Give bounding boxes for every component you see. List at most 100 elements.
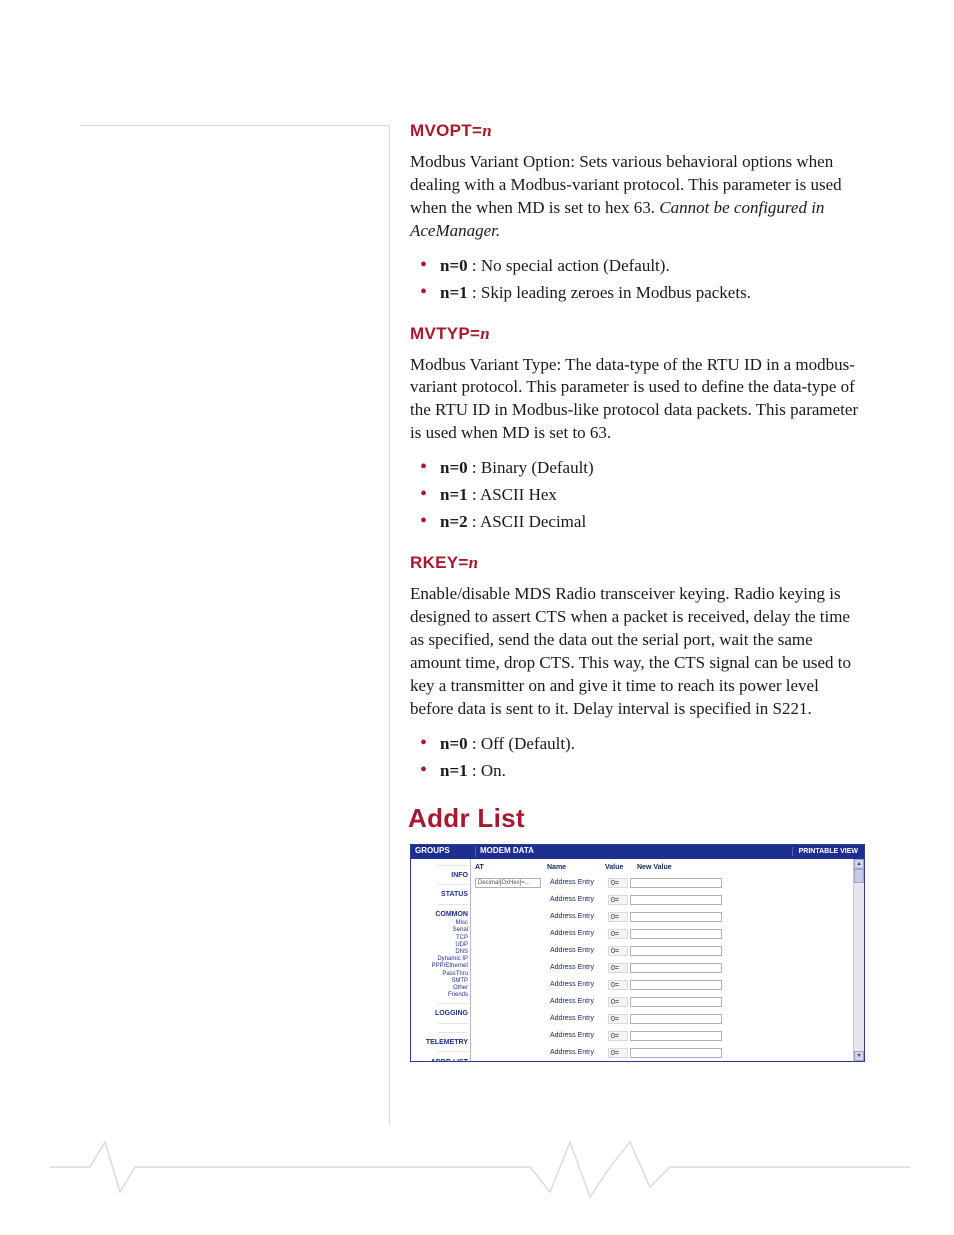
table-row: Address Entry0= xyxy=(471,960,864,977)
list-item: n=0 : Binary (Default) xyxy=(440,455,865,482)
rkey-var: n xyxy=(469,553,479,572)
scroll-thumb[interactable] xyxy=(854,869,864,883)
opt-key: n=1 xyxy=(440,485,468,504)
row-name: Address Entry xyxy=(547,878,608,887)
new-value-input[interactable] xyxy=(630,878,722,888)
opt-key: n=0 xyxy=(440,256,468,275)
separator: --------------- xyxy=(411,1029,468,1037)
scroll-down-icon[interactable]: ▾ xyxy=(854,1051,864,1061)
sidebar-item-status[interactable]: STATUS xyxy=(411,890,468,899)
opt-key: n=1 xyxy=(440,761,468,780)
new-value-input[interactable] xyxy=(630,997,722,1007)
table-row: Address Entry0= xyxy=(471,909,864,926)
separator: --------------- xyxy=(411,901,468,909)
opt-key: n=2 xyxy=(440,512,468,531)
rkey-cmd: RKEY= xyxy=(410,553,469,572)
separator: --------------- xyxy=(411,862,468,870)
new-value-input[interactable] xyxy=(630,980,722,990)
sidebar-item-common[interactable]: COMMON xyxy=(411,910,468,919)
new-value-input[interactable] xyxy=(630,1014,722,1024)
opt-val: : No special action (Default). xyxy=(468,256,670,275)
new-value-input[interactable] xyxy=(630,929,722,939)
sidebar-subitem[interactable]: PPP/Ethernet xyxy=(411,963,468,970)
mvtyp-var: n xyxy=(480,324,490,343)
table-rows: Decimal[OxHex]=…Address Entry0=Address E… xyxy=(471,875,864,1062)
mvtyp-desc: Modbus Variant Type: The data-type of th… xyxy=(410,354,865,446)
table-row: Address Entry0= xyxy=(471,1011,864,1028)
opt-val: : Skip leading zeroes in Modbus packets. xyxy=(468,283,751,302)
row-name: Address Entry xyxy=(547,980,608,989)
acemanager-screenshot: GROUPS MODEM DATA PRINTABLE VIEW -------… xyxy=(410,844,865,1062)
row-name: Address Entry xyxy=(547,1048,608,1057)
sidebar-subitem[interactable]: Dynamic IP xyxy=(411,956,468,963)
content-column: MVOPT=n Modbus Variant Option: Sets vari… xyxy=(390,120,865,1175)
list-item: n=1 : On. xyxy=(440,758,865,785)
scrollbar[interactable]: ▴ ▾ xyxy=(853,859,864,1061)
row-value: 0= xyxy=(608,980,628,990)
table-row: Address Entry0= xyxy=(471,892,864,909)
sidebar-item-logging[interactable]: LOGGING xyxy=(411,1009,468,1018)
sidebar-subitem[interactable]: TCP xyxy=(411,935,468,942)
sidebar-subitem[interactable]: UDP xyxy=(411,942,468,949)
mvopt-cmd: MVOPT= xyxy=(410,121,482,140)
rkey-desc: Enable/disable MDS Radio transceiver key… xyxy=(410,583,865,721)
topbar-modemdata: MODEM DATA xyxy=(475,846,792,857)
margin-side-rule xyxy=(389,125,390,1125)
new-value-input[interactable] xyxy=(630,946,722,956)
left-margin xyxy=(80,120,390,1175)
table-row: Address Entry0= xyxy=(471,943,864,960)
row-value: 0= xyxy=(608,997,628,1007)
row-value: 0= xyxy=(608,963,628,973)
topbar-groups: GROUPS xyxy=(411,846,475,857)
new-value-input[interactable] xyxy=(630,963,722,973)
sidebar-subitem[interactable]: SMTP xyxy=(411,978,468,985)
sidebar-subitem[interactable]: DNS xyxy=(411,949,468,956)
row-name: Address Entry xyxy=(547,929,608,938)
rkey-opts: n=0 : Off (Default). n=1 : On. xyxy=(410,731,865,785)
list-item: n=0 : No special action (Default). xyxy=(440,253,865,280)
sidebar-subitem[interactable]: Friends xyxy=(411,992,468,999)
sidebar-item-telemetry[interactable]: TELEMETRY xyxy=(411,1038,468,1047)
printable-view-link[interactable]: PRINTABLE VIEW xyxy=(792,847,864,856)
separator: --------------- xyxy=(411,1048,468,1056)
row-name: Address Entry xyxy=(547,963,608,972)
sidebar-subitem[interactable]: Serial xyxy=(411,927,468,934)
separator: --------------- xyxy=(411,1020,468,1028)
addr-list-heading: Addr List xyxy=(408,801,865,836)
table-row: Address Entry0= xyxy=(471,1045,864,1062)
table-row: Decimal[OxHex]=… Address Entry0= xyxy=(471,875,864,892)
table-row: Address Entry0= xyxy=(471,994,864,1011)
row-name: Address Entry xyxy=(547,895,608,904)
separator: --------------- xyxy=(411,881,468,889)
shot-topbar: GROUPS MODEM DATA PRINTABLE VIEW xyxy=(411,845,864,859)
page: MVOPT=n Modbus Variant Option: Sets vari… xyxy=(0,0,954,1235)
sidebar-item-addrlist[interactable]: ADDR LIST xyxy=(411,1058,468,1062)
new-value-input[interactable] xyxy=(630,895,722,905)
list-item: n=0 : Off (Default). xyxy=(440,731,865,758)
row-name: Address Entry xyxy=(547,997,608,1006)
list-item: n=1 : ASCII Hex xyxy=(440,482,865,509)
row-name: Address Entry xyxy=(547,946,608,955)
new-value-input[interactable] xyxy=(630,912,722,922)
opt-key: n=0 xyxy=(440,734,468,753)
opt-val: : ASCII Decimal xyxy=(468,512,587,531)
sidebar-item-info[interactable]: INFO xyxy=(411,871,468,880)
list-item: n=2 : ASCII Decimal xyxy=(440,509,865,536)
scroll-up-icon[interactable]: ▴ xyxy=(854,859,864,869)
row-value: 0= xyxy=(608,895,628,905)
rkey-heading: RKEY=n xyxy=(410,552,865,575)
row-value: 0= xyxy=(608,878,628,888)
sidebar-subitem[interactable]: Misc xyxy=(411,920,468,927)
row-value: 0= xyxy=(608,1048,628,1058)
at-input[interactable]: Decimal[OxHex]=… xyxy=(475,878,541,888)
sidebar-subitem[interactable]: PassThru xyxy=(411,971,468,978)
table-row: Address Entry0= xyxy=(471,926,864,943)
new-value-input[interactable] xyxy=(630,1048,722,1058)
mvtyp-cmd: MVTYP= xyxy=(410,324,480,343)
opt-key: n=0 xyxy=(440,458,468,477)
opt-val: : Off (Default). xyxy=(468,734,575,753)
row-name: Address Entry xyxy=(547,1014,608,1023)
new-value-input[interactable] xyxy=(630,1031,722,1041)
shot-body: --------------- INFO --------------- STA… xyxy=(411,859,864,1061)
sidebar-subitem[interactable]: Other xyxy=(411,985,468,992)
